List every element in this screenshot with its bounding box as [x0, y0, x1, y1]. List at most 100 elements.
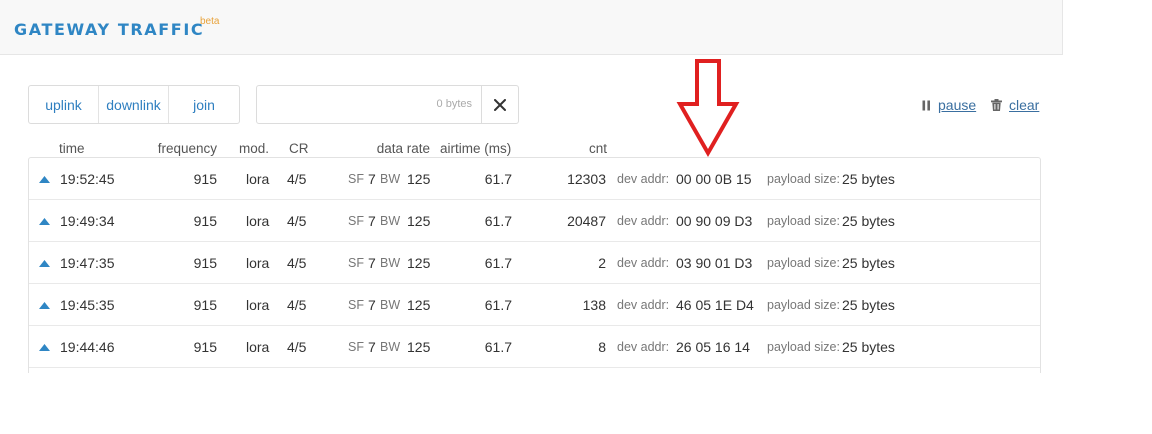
cell-bw: 125 [407, 213, 431, 229]
cell-frequency: 915 [193, 213, 217, 229]
cell-dev-addr-label: dev addr: [617, 340, 670, 354]
top-bar: GATEWAY TRAFFIC beta [0, 0, 1063, 55]
column-header-frequency: frequency [157, 141, 217, 156]
filter-join-button[interactable]: join [169, 86, 239, 123]
cell-payload-label: payload size: [767, 298, 840, 312]
cell-modulation: lora [246, 339, 270, 355]
cell-frequency: 915 [193, 255, 217, 271]
pause-button[interactable]: pause [922, 97, 976, 113]
cell-airtime: 61.7 [484, 297, 512, 313]
column-header-airtime: airtime (ms) [440, 141, 512, 156]
beta-badge: beta [200, 16, 220, 27]
cell-frequency: 915 [193, 339, 217, 355]
cell-sf-label: SF [348, 214, 364, 228]
traffic-table: 19:52:45 915 lora 4/5 SF 7 BW 125 61.7 12303 dev a… [28, 157, 1041, 373]
cell-cnt: 12303 [567, 171, 606, 187]
uplink-arrow-icon [39, 302, 50, 309]
pause-icon [922, 100, 930, 110]
uplink-arrow-icon [39, 344, 50, 351]
cell-sf-label: SF [348, 256, 364, 270]
clear-search-button[interactable] [481, 86, 518, 123]
column-header-cnt: cnt [588, 141, 607, 156]
cell-dev-addr-label: dev addr: [617, 298, 670, 312]
cell-modulation: lora [246, 171, 270, 187]
cell-payload: 25 bytes [842, 255, 895, 271]
cell-sf: 7 [368, 297, 376, 313]
pause-label: pause [938, 97, 977, 113]
cell-coding-rate: 4/5 [287, 255, 307, 271]
cell-modulation: lora [246, 297, 270, 313]
cell-bw-label: BW [380, 256, 401, 270]
cell-frequency: 915 [193, 171, 217, 187]
cell-bw-label: BW [380, 214, 401, 228]
cell-payload-label: payload size: [767, 172, 840, 186]
cell-coding-rate: 4/5 [287, 213, 307, 229]
cell-bw-label: BW [380, 172, 401, 186]
cell-time: 19:44:46 [60, 339, 115, 355]
cell-bw: 125 [407, 171, 431, 187]
table-row[interactable]: 19:45:35 915 lora 4/5 SF 7 BW 125 61.7 138 dev add… [29, 284, 1040, 326]
cell-payload: 25 bytes [842, 171, 895, 187]
uplink-arrow-icon [39, 260, 50, 267]
bytes-count: 0 bytes [436, 98, 472, 110]
cell-sf: 7 [368, 339, 376, 355]
cell-payload: 25 bytes [842, 339, 895, 355]
uplink-arrow-icon [39, 176, 50, 183]
cell-cnt: 138 [582, 297, 606, 313]
direction-filter-group: uplink downlink join [28, 85, 240, 124]
cell-payload-label: payload size: [767, 214, 840, 228]
table-row[interactable]: 19:49:34 915 lora 4/5 SF 7 BW 125 61.7 20487 dev a… [29, 200, 1040, 242]
cell-payload-label: payload size: [767, 256, 840, 270]
cell-dev-addr: 26 05 16 14 [676, 339, 750, 355]
cell-dev-addr: 03 90 01 D3 [676, 255, 753, 271]
clear-label: clear [1009, 97, 1040, 113]
trash-icon [991, 99, 1002, 111]
cell-dev-addr: 00 00 0B 15 [676, 171, 752, 187]
down-arrow-annotation-icon [676, 59, 740, 158]
cell-coding-rate: 4/5 [287, 339, 307, 355]
cell-time: 19:49:34 [60, 213, 115, 229]
cell-sf-label: SF [348, 340, 364, 354]
close-icon [494, 98, 506, 111]
cell-airtime: 61.7 [484, 171, 512, 187]
table-row[interactable]: 19:47:35 915 lora 4/5 SF 7 BW 125 61.7 2 dev addr:… [29, 242, 1040, 284]
cell-dev-addr: 00 90 09 D3 [676, 213, 753, 229]
column-header-time: time [59, 141, 85, 156]
cell-bw: 125 [407, 297, 431, 313]
cell-time: 19:47:35 [60, 255, 115, 271]
filter-uplink-button[interactable]: uplink [29, 86, 99, 123]
cell-frequency: 915 [193, 297, 217, 313]
table-row[interactable]: 19:44:46 915 lora 4/5 SF 7 BW 125 61.7 8 dev addr:… [29, 326, 1040, 368]
column-header-data-rate: data rate [376, 141, 430, 156]
cell-airtime: 61.7 [484, 213, 512, 229]
cell-payload: 25 bytes [842, 297, 895, 313]
cell-dev-addr-label: dev addr: [617, 172, 670, 186]
cell-payload-label: payload size: [767, 340, 840, 354]
filter-search-box: 0 bytes [256, 85, 519, 124]
cell-sf: 7 [368, 255, 376, 271]
cell-dev-addr-label: dev addr: [617, 256, 670, 270]
table-row[interactable]: 19:52:45 915 lora 4/5 SF 7 BW 125 61.7 12303 dev a… [29, 158, 1040, 200]
cell-modulation: lora [246, 255, 270, 271]
cell-dev-addr: 46 05 1E D4 [676, 297, 754, 313]
cell-airtime: 61.7 [484, 255, 512, 271]
column-header-mod: mod. [239, 141, 270, 156]
cell-modulation: lora [246, 213, 270, 229]
cell-coding-rate: 4/5 [287, 171, 307, 187]
cell-airtime: 61.7 [484, 339, 512, 355]
clear-button[interactable]: clear [991, 97, 1039, 113]
cell-time: 19:45:35 [60, 297, 115, 313]
cell-sf: 7 [368, 171, 376, 187]
cell-bw: 125 [407, 339, 431, 355]
cell-sf-label: SF [348, 298, 364, 312]
column-header-cr: CR [289, 141, 309, 156]
filter-downlink-button[interactable]: downlink [99, 86, 169, 123]
cell-bw-label: BW [380, 340, 401, 354]
uplink-arrow-icon [39, 218, 50, 225]
cell-cnt: 8 [598, 339, 606, 355]
cell-cnt: 2 [598, 255, 606, 271]
cell-sf-label: SF [348, 172, 364, 186]
cell-sf: 7 [368, 213, 376, 229]
cell-bw: 125 [407, 255, 431, 271]
cell-coding-rate: 4/5 [287, 297, 307, 313]
